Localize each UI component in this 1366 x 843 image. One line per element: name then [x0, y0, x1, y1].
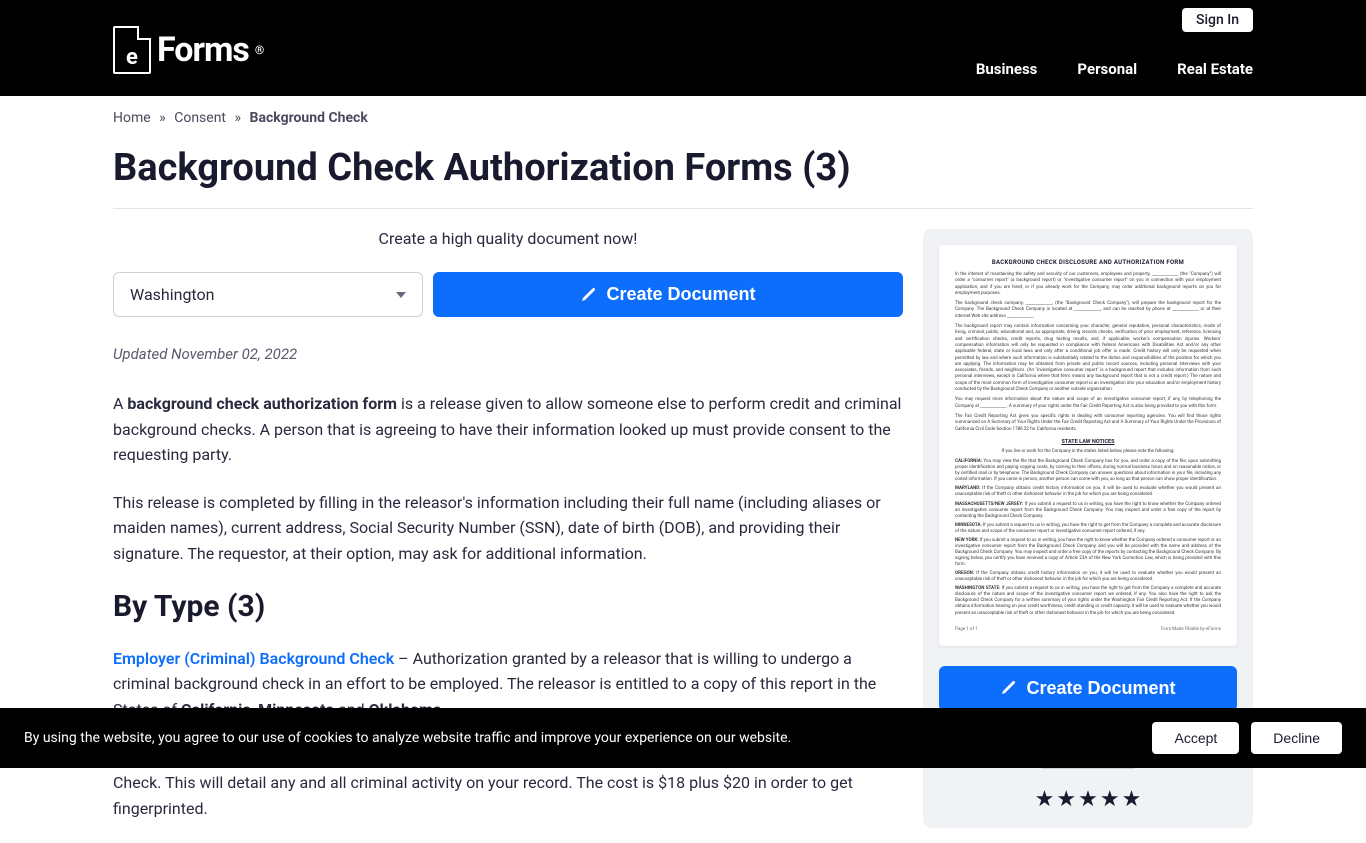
- pencil-icon: [580, 287, 596, 303]
- by-type-heading: By Type (3): [113, 589, 903, 624]
- page-title: Background Check Authorization Forms (3): [113, 140, 1253, 209]
- state-select[interactable]: Washington: [113, 272, 423, 317]
- star-icon: ★: [1078, 787, 1098, 812]
- cookie-accept-button[interactable]: Accept: [1152, 722, 1239, 754]
- nav-real-estate[interactable]: Real Estate: [1177, 60, 1253, 78]
- logo[interactable]: e Forms®: [113, 26, 264, 96]
- cookie-decline-button[interactable]: Decline: [1251, 722, 1342, 754]
- create-document-button[interactable]: Create Document: [433, 272, 903, 317]
- intro-paragraph: A background check authorization form is…: [113, 391, 903, 468]
- star-icon: ★: [1122, 787, 1142, 812]
- cta-text: Create a high quality document now!: [113, 229, 903, 248]
- breadcrumb-current: Background Check: [250, 110, 368, 126]
- star-icon: ★: [1035, 787, 1055, 812]
- chevron-down-icon: [396, 292, 406, 298]
- cookie-text: By using the website, you agree to our u…: [24, 730, 791, 746]
- star-rating[interactable]: ★ ★ ★ ★ ★: [939, 787, 1237, 812]
- main-nav: Business Personal Real Estate: [976, 60, 1253, 96]
- sign-in-button[interactable]: Sign In: [1182, 8, 1253, 32]
- cookie-banner: By using the website, you agree to our u…: [0, 708, 1366, 768]
- star-icon: ★: [1100, 787, 1120, 812]
- nav-business[interactable]: Business: [976, 60, 1038, 78]
- sidebar-create-button[interactable]: Create Document: [939, 666, 1237, 711]
- nav-personal[interactable]: Personal: [1077, 60, 1137, 78]
- updated-date: Updated November 02, 2022: [113, 345, 903, 363]
- paragraph-2: This release is completed by filling in …: [113, 490, 903, 567]
- logo-icon: e: [113, 26, 151, 74]
- star-icon: ★: [1056, 787, 1076, 812]
- breadcrumb: Home » Consent » Background Check: [113, 96, 1253, 140]
- site-header: Sign In e Forms® Business Personal Real …: [0, 0, 1366, 96]
- breadcrumb-home[interactable]: Home: [113, 110, 151, 126]
- document-preview[interactable]: BACKGROUND CHECK DISCLOSURE AND AUTHORIZ…: [939, 245, 1237, 646]
- pencil-icon: [1000, 680, 1016, 696]
- employer-link[interactable]: Employer (Criminal) Background Check: [113, 649, 394, 668]
- breadcrumb-consent[interactable]: Consent: [174, 110, 226, 126]
